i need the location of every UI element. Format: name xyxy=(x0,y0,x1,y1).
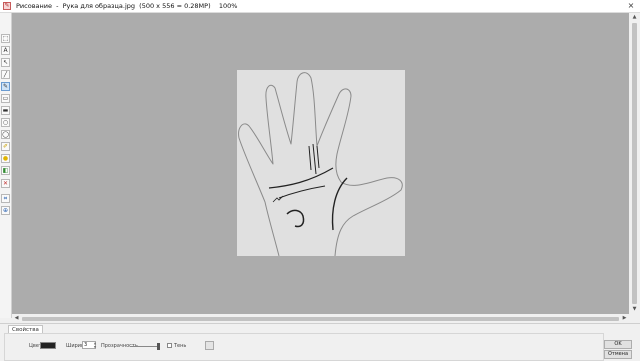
vertical-scrollbar[interactable]: ▲ ▼ xyxy=(629,13,640,314)
ok-button[interactable]: OK xyxy=(604,340,632,349)
circle-tool-icon[interactable]: ◯ xyxy=(1,130,10,139)
finger-line-1 xyxy=(308,145,312,171)
vertical-scroll-thumb[interactable] xyxy=(632,23,637,304)
scroll-down-icon[interactable]: ▼ xyxy=(629,305,640,314)
text-tool-icon[interactable]: A xyxy=(1,46,10,55)
scroll-left-icon[interactable]: ◀ xyxy=(12,314,21,323)
opacity-slider-thumb[interactable] xyxy=(157,343,160,350)
rectangle-tool-icon[interactable]: ▭ xyxy=(1,94,10,103)
properties-body: Цвет Ширина 3 ▲ ▼ Прозрачность Тень xyxy=(4,333,604,361)
toolbox: ⬚ A ↖ ╱ ✎ ▭ ▬ ○ ◯ ✐ ● ◧ ✕ ⌗ ⊕ xyxy=(0,13,12,318)
image-canvas[interactable] xyxy=(237,70,405,257)
width-stepper-icon[interactable]: ▲ ▼ xyxy=(93,341,97,349)
finger-line-2 xyxy=(312,143,317,175)
opacity-slider[interactable] xyxy=(130,346,160,347)
arrow-tool-icon[interactable]: ↖ xyxy=(1,58,10,67)
properties-panel: Свойства Цвет Ширина 3 ▲ ▼ Прозрачность Т… xyxy=(0,323,640,361)
cancel-button[interactable]: Отмена xyxy=(604,350,632,359)
shadow-label: Тень xyxy=(174,343,187,349)
color-swatch[interactable] xyxy=(40,342,56,349)
line-tool-icon[interactable]: ╱ xyxy=(1,70,10,79)
window-title: Рисование - Рука для образца.jpg (500 x … xyxy=(16,2,238,10)
filled-rectangle-tool-icon[interactable]: ▬ xyxy=(1,106,10,115)
horizontal-scrollbar[interactable]: ◀ ▶ xyxy=(12,314,629,323)
ellipse-tool-icon[interactable]: ○ xyxy=(1,118,10,127)
mount-curve xyxy=(286,209,305,228)
paint-app-icon: ✎ xyxy=(3,2,11,10)
scroll-corner xyxy=(629,314,640,323)
eraser-tool-icon[interactable]: ✕ xyxy=(1,179,10,188)
close-icon[interactable]: × xyxy=(626,1,636,11)
marker-tool-icon[interactable]: ✐ xyxy=(1,142,10,151)
highlighter-tool-icon[interactable]: ● xyxy=(1,154,10,163)
hand-outline xyxy=(238,72,403,257)
scroll-right-icon[interactable]: ▶ xyxy=(620,314,629,323)
pencil-tool-icon[interactable]: ✎ xyxy=(1,82,10,91)
fill-tool-icon[interactable]: ◧ xyxy=(1,166,10,175)
title-bar: ✎ Рисование - Рука для образца.jpg (500 … xyxy=(0,0,640,13)
finger-line-3 xyxy=(316,145,320,169)
select-tool-icon[interactable]: ⬚ xyxy=(1,34,10,43)
scroll-up-icon[interactable]: ▲ xyxy=(629,13,640,22)
extra-option-button[interactable] xyxy=(205,341,214,350)
horizontal-scroll-thumb[interactable] xyxy=(22,317,619,321)
crop-tool-icon[interactable]: ⌗ xyxy=(1,194,10,203)
palm-line-head xyxy=(278,185,326,199)
zoom-tool-icon[interactable]: ⊕ xyxy=(1,206,10,215)
palm-line-heart xyxy=(268,167,334,189)
palm-line-life xyxy=(331,177,348,231)
hand-drawing xyxy=(238,72,403,257)
shadow-checkbox[interactable] xyxy=(167,343,172,348)
canvas-area[interactable] xyxy=(12,13,629,314)
